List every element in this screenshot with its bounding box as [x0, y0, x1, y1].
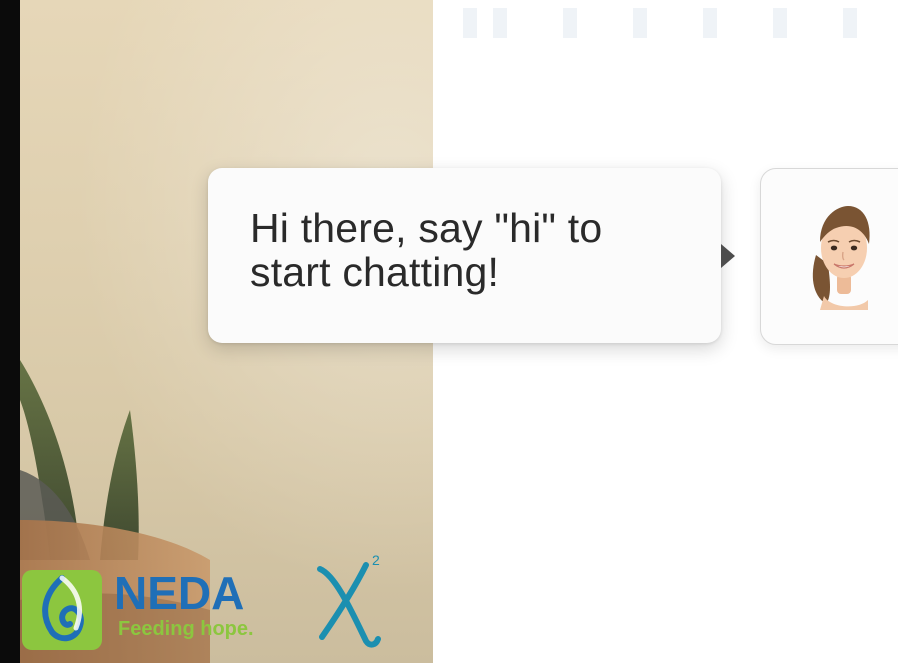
frame-edge: [0, 0, 20, 663]
neda-mark-icon: [22, 570, 102, 650]
bubble-pointer-arrow: [721, 244, 735, 268]
greeting-line-2: start chatting!: [250, 249, 500, 295]
partner-x2-logo: 2: [317, 552, 381, 648]
assistant-avatar-icon: [812, 206, 870, 310]
video-frame: Hi there, say "hi" to start chatting! NE…: [0, 0, 898, 663]
neda-logo: NEDA Feeding hope.: [22, 560, 322, 655]
neda-tagline: Feeding hope.: [118, 618, 254, 640]
chat-greeting-bubble[interactable]: Hi there, say "hi" to start chatting!: [208, 168, 721, 343]
neda-wordmark: NEDA: [114, 567, 245, 619]
faded-header-strip: [463, 8, 857, 38]
partner-superscript: 2: [372, 552, 380, 568]
greeting-text: Hi there, say "hi" to start chatting!: [250, 206, 690, 294]
greeting-line-1: Hi there, say "hi" to: [250, 205, 603, 251]
